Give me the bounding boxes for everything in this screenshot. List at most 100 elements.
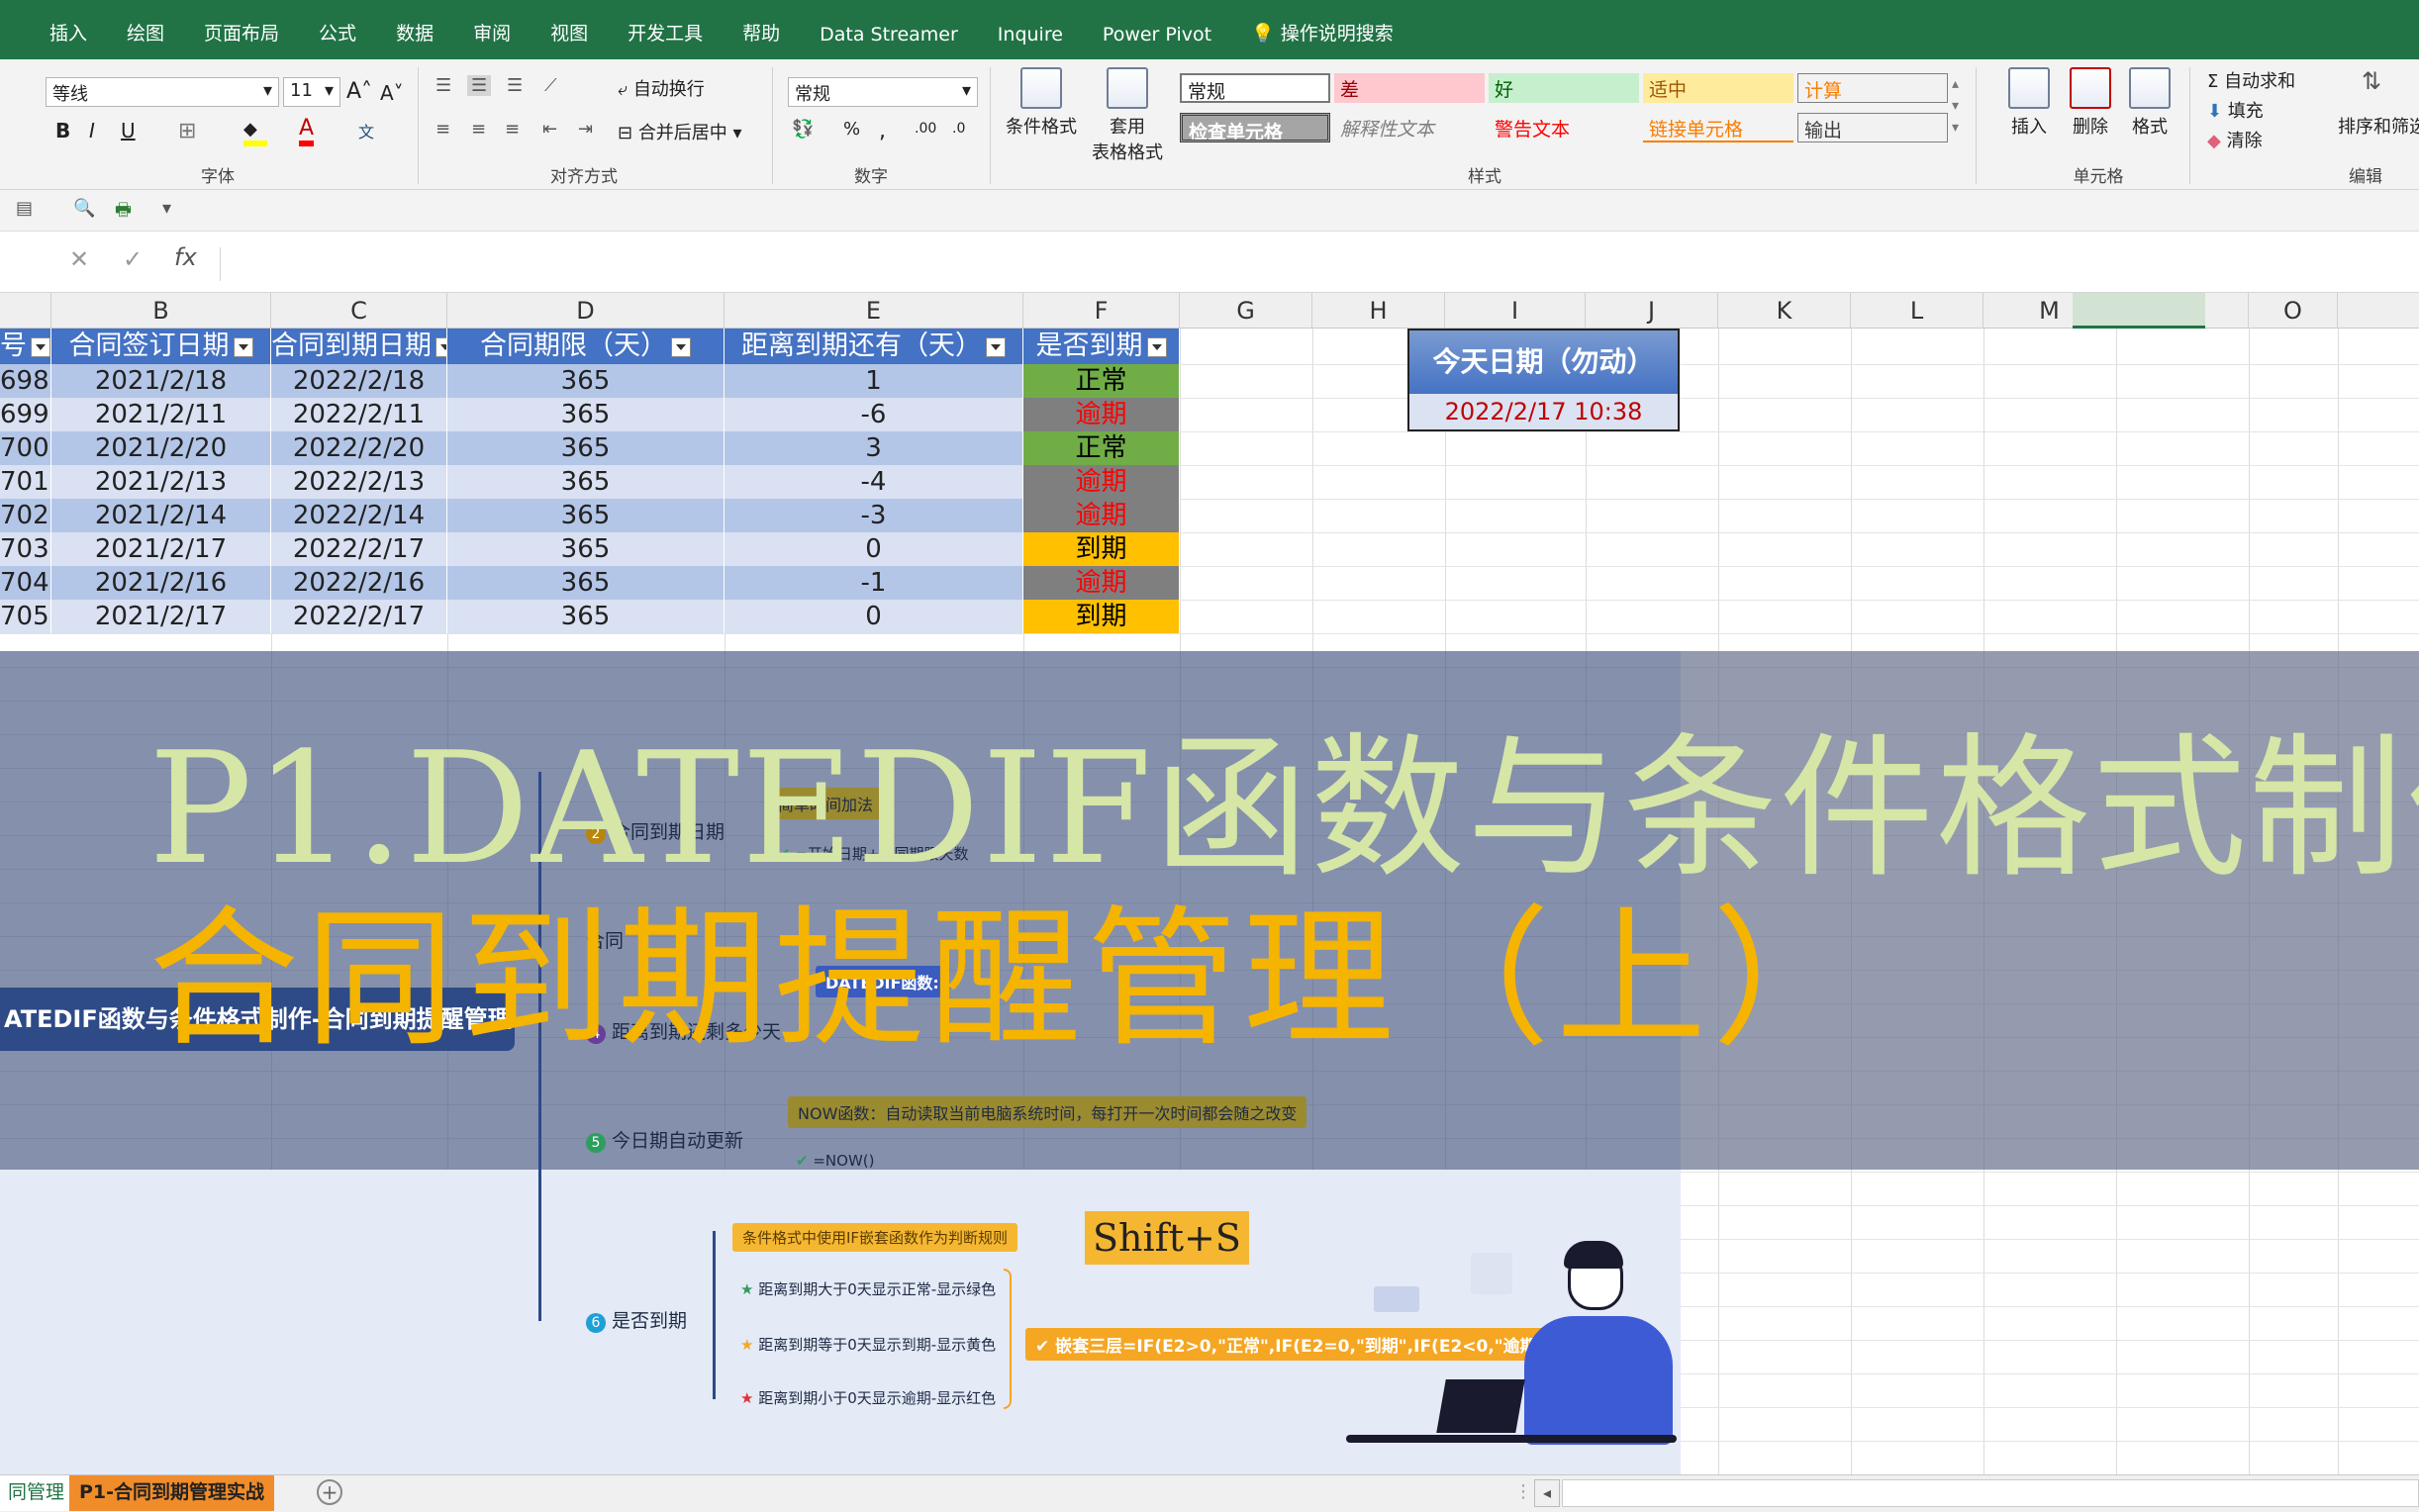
table-cell-left[interactable]: -6: [725, 398, 1023, 431]
sheet-tab-1[interactable]: 同管理: [0, 1475, 73, 1511]
filter-dropdown-icon[interactable]: [671, 336, 691, 357]
horizontal-scrollbar[interactable]: [1562, 1479, 2419, 1507]
cell-style-3[interactable]: 适中: [1643, 73, 1793, 103]
column-header-l[interactable]: L: [1851, 293, 1984, 329]
table-cell-left[interactable]: 0: [725, 532, 1023, 566]
align-bottom-icon[interactable]: ☰: [507, 75, 523, 96]
wrap-text-button[interactable]: ⤶ 自动换行: [618, 75, 705, 101]
table-cell-id[interactable]: 698: [0, 364, 51, 398]
number-format-select[interactable]: 常规 ▾: [788, 77, 978, 107]
table-cell-sign[interactable]: 2021/2/14: [51, 499, 271, 532]
table-cell-left[interactable]: -4: [725, 465, 1023, 499]
tab-power-pivot[interactable]: Power Pivot: [1083, 24, 1231, 59]
table-header-4[interactable]: 距离到期还有（天）: [725, 329, 1023, 364]
border-icon[interactable]: ⊞: [178, 119, 196, 143]
delete-cells-button[interactable]: 删除: [2061, 67, 2120, 139]
table-cell-due[interactable]: 2022/2/20: [271, 431, 447, 465]
table-cell-id[interactable]: 702: [0, 499, 51, 532]
clear-button[interactable]: ◆ 清除: [2207, 127, 2263, 152]
tab-developer[interactable]: 开发工具: [608, 19, 723, 59]
tab-insert[interactable]: 插入: [30, 19, 107, 59]
column-header-c[interactable]: C: [271, 293, 447, 329]
table-cell-term[interactable]: 365: [447, 465, 725, 499]
shrink-font-icon[interactable]: A˅: [380, 81, 404, 105]
table-cell-term[interactable]: 365: [447, 566, 725, 600]
table-cell-due[interactable]: 2022/2/11: [271, 398, 447, 431]
cell-style-9[interactable]: 输出: [1797, 113, 1948, 142]
table-cell-term[interactable]: 365: [447, 398, 725, 431]
table-cell-due[interactable]: 2022/2/14: [271, 499, 447, 532]
tab-split-icon[interactable]: ⋮: [1514, 1481, 1532, 1502]
underline-icon[interactable]: U: [121, 119, 136, 142]
align-middle-icon[interactable]: ☰: [467, 75, 492, 96]
merge-center-button[interactable]: ⊟ 合并后居中 ▾: [618, 119, 742, 144]
tab-inquire[interactable]: Inquire: [978, 24, 1083, 59]
table-cell-term[interactable]: 365: [447, 364, 725, 398]
table-cell-sign[interactable]: 2021/2/17: [51, 532, 271, 566]
format-cells-button[interactable]: 格式: [2120, 67, 2179, 139]
insert-function-icon[interactable]: fx: [174, 243, 197, 271]
gallery-scroll-icon[interactable]: ▴ ▾ ▾: [1952, 73, 1959, 139]
cell-style-2[interactable]: 好: [1489, 73, 1639, 103]
table-cell-due[interactable]: 2022/2/18: [271, 364, 447, 398]
column-header-h[interactable]: H: [1312, 293, 1445, 329]
align-left-icon[interactable]: ≡: [435, 119, 450, 140]
table-cell-due[interactable]: 2022/2/16: [271, 566, 447, 600]
cell-style-5[interactable]: 检查单元格: [1180, 113, 1330, 142]
italic-icon[interactable]: I: [89, 119, 95, 142]
cell-style-6[interactable]: 解释性文本: [1334, 113, 1485, 142]
percent-icon[interactable]: %: [843, 119, 860, 140]
column-header-d[interactable]: D: [447, 293, 725, 329]
cell-style-4[interactable]: 计算: [1797, 73, 1948, 103]
table-cell-term[interactable]: 365: [447, 499, 725, 532]
status-cell[interactable]: 逾期: [1023, 499, 1180, 532]
table-cell-id[interactable]: 700: [0, 431, 51, 465]
increase-indent-icon[interactable]: ⇥: [578, 119, 593, 140]
scroll-left-icon[interactable]: ◂: [1534, 1479, 1560, 1507]
status-cell[interactable]: 逾期: [1023, 465, 1180, 499]
table-cell-sign[interactable]: 2021/2/18: [51, 364, 271, 398]
filter-dropdown-icon[interactable]: [233, 336, 253, 357]
table-cell-left[interactable]: -1: [725, 566, 1023, 600]
table-cell-left[interactable]: -3: [725, 499, 1023, 532]
table-cell-id[interactable]: 705: [0, 600, 51, 633]
table-header-0[interactable]: 号: [0, 329, 51, 364]
filter-dropdown-icon[interactable]: [1146, 336, 1167, 357]
cell-style-0[interactable]: 常规: [1180, 73, 1330, 103]
align-top-icon[interactable]: ☰: [435, 75, 451, 96]
increase-decimal-icon[interactable]: .00: [915, 121, 936, 137]
table-cell-id[interactable]: 704: [0, 566, 51, 600]
table-cell-sign[interactable]: 2021/2/17: [51, 600, 271, 633]
formula-input[interactable]: [220, 247, 2419, 281]
grow-font-icon[interactable]: A˄: [346, 79, 372, 104]
cell-style-8[interactable]: 链接单元格: [1643, 113, 1793, 142]
table-cell-left[interactable]: 3: [725, 431, 1023, 465]
status-cell[interactable]: 到期: [1023, 600, 1180, 633]
phonetic-icon[interactable]: 文: [358, 119, 374, 142]
table-cell-due[interactable]: 2022/2/13: [271, 465, 447, 499]
print-preview-icon[interactable]: 🔍: [73, 198, 95, 219]
sheet-tab-2[interactable]: P1-合同到期管理实战: [69, 1475, 275, 1511]
sort-filter-icon[interactable]: ⇅: [2362, 67, 2381, 95]
insert-cells-button[interactable]: 插入: [1999, 67, 2059, 139]
column-header-i[interactable]: I: [1445, 293, 1586, 329]
today-date-value[interactable]: 2022/2/17 10:38: [1409, 394, 1678, 429]
cell-style-7[interactable]: 警告文本: [1489, 113, 1639, 142]
bold-icon[interactable]: B: [55, 119, 70, 142]
decrease-indent-icon[interactable]: ⇤: [542, 119, 557, 140]
table-cell-sign[interactable]: 2021/2/11: [51, 398, 271, 431]
tab-data[interactable]: 数据: [376, 19, 453, 59]
table-cell-id[interactable]: 701: [0, 465, 51, 499]
font-color-icon[interactable]: A: [299, 117, 315, 146]
accounting-icon[interactable]: 💱: [792, 119, 814, 140]
cancel-icon[interactable]: ✕: [69, 245, 89, 273]
enter-icon[interactable]: ✓: [123, 245, 143, 273]
decrease-decimal-icon[interactable]: .0: [952, 121, 965, 137]
column-header-a[interactable]: [0, 293, 51, 329]
tab-data-streamer[interactable]: Data Streamer: [800, 24, 978, 59]
column-header-b[interactable]: B: [51, 293, 271, 329]
tab-review[interactable]: 审阅: [453, 19, 531, 59]
table-cell-id[interactable]: 703: [0, 532, 51, 566]
table-cell-sign[interactable]: 2021/2/20: [51, 431, 271, 465]
tab-page-layout[interactable]: 页面布局: [184, 19, 299, 59]
